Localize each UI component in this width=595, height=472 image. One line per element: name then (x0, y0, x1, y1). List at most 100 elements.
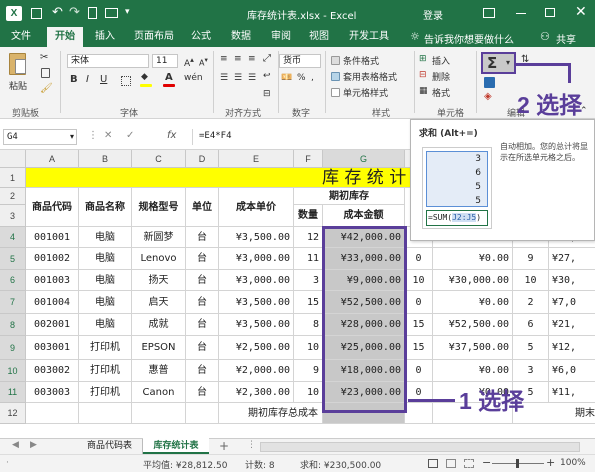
cell-b-row11[interactable]: 打印机 (79, 382, 132, 403)
tab-developer[interactable]: 开发工具 (343, 27, 395, 47)
cell-i-row10[interactable]: ¥0.00 (433, 360, 513, 382)
tab-home[interactable]: 开始 (47, 27, 83, 47)
cell-d-row5[interactable]: 台 (186, 248, 219, 270)
table-format-icon[interactable] (331, 72, 340, 81)
conditional-format-button[interactable]: 条件格式 (343, 54, 379, 67)
share-button[interactable]: 共享 (556, 31, 576, 46)
cell-a-row11[interactable]: 003003 (26, 382, 79, 403)
cell-k-row8[interactable]: ¥21, (549, 314, 595, 336)
cell-d-row6[interactable]: 台 (186, 270, 219, 291)
cell-f-row11[interactable]: 10 (294, 382, 323, 403)
format-painter-icon[interactable]: 🖌 (40, 83, 53, 94)
cell-a-row6[interactable]: 001003 (26, 270, 79, 291)
align-top-icon[interactable]: ≡ (220, 54, 228, 64)
cell-c-row4[interactable]: 新圆梦 (132, 227, 186, 248)
insert-cells-icon[interactable]: ⊞ (419, 54, 427, 64)
cell-e-row6[interactable]: ¥3,000.00 (219, 270, 294, 291)
row-header-6[interactable]: 6 (0, 270, 26, 291)
cell-f-row6[interactable]: 3 (294, 270, 323, 291)
row-header-9[interactable]: 9 (0, 336, 26, 360)
delete-cells-button[interactable]: 删除 (432, 70, 450, 83)
cell-f-row9[interactable]: 10 (294, 336, 323, 360)
column-header-a[interactable]: A (26, 150, 79, 168)
empty-cell-row12[interactable] (132, 403, 186, 424)
cell-e-row4[interactable]: ¥3,500.00 (219, 227, 294, 248)
header-e[interactable]: 成本单价 (219, 188, 294, 227)
tab-view[interactable]: 视图 (304, 27, 334, 47)
cell-b-row9[interactable]: 打印机 (79, 336, 132, 360)
row-header-7[interactable]: 7 (0, 291, 26, 314)
merge-center-icon[interactable]: ⊟ (263, 89, 271, 99)
cell-c-row9[interactable]: EPSON (132, 336, 186, 360)
cell-d-row10[interactable]: 台 (186, 360, 219, 382)
copy-icon[interactable] (41, 68, 50, 78)
cell-e-row5[interactable]: ¥3,000.00 (219, 248, 294, 270)
font-color-icon[interactable]: A (165, 72, 173, 83)
italic-icon[interactable]: I (86, 74, 89, 85)
zoom-out-icon[interactable]: − (482, 456, 491, 469)
cell-c-row11[interactable]: Canon (132, 382, 186, 403)
cell-a-row5[interactable]: 001002 (26, 248, 79, 270)
cell-c-row8[interactable]: 成就 (132, 314, 186, 336)
align-middle-icon[interactable]: ≡ (234, 54, 242, 64)
column-header-c[interactable]: C (132, 150, 186, 168)
cell-b-row7[interactable]: 电脑 (79, 291, 132, 314)
cell-h-row10[interactable]: 0 (405, 360, 433, 382)
phonetic-icon[interactable]: wén (184, 73, 203, 83)
header-b[interactable]: 商品名称 (79, 188, 132, 227)
bold-icon[interactable]: B (70, 74, 78, 85)
cell-style-button[interactable]: 单元格样式 (343, 86, 388, 99)
cell-h-row5[interactable]: 0 (405, 248, 433, 270)
align-bottom-icon[interactable]: ≡ (248, 54, 256, 64)
zoom-level[interactable]: 100% (560, 458, 586, 468)
cell-h-row8[interactable]: 15 (405, 314, 433, 336)
cell-j-row7[interactable]: 2 (513, 291, 549, 314)
cell-a-row4[interactable]: 001001 (26, 227, 79, 248)
horizontal-scrollbar[interactable] (260, 442, 580, 452)
cell-f-row5[interactable]: 11 (294, 248, 323, 270)
shrink-font-icon[interactable]: A▾ (199, 56, 208, 68)
cell-i-row6[interactable]: ¥30,000.00 (433, 270, 513, 291)
cell-e-row11[interactable]: ¥2,300.00 (219, 382, 294, 403)
cell-c-row7[interactable]: 启天 (132, 291, 186, 314)
grow-font-icon[interactable]: A▴ (184, 55, 194, 69)
name-box[interactable]: G4 (3, 129, 77, 145)
add-sheet-button[interactable]: + (219, 439, 229, 453)
save-icon[interactable] (31, 8, 42, 19)
cell-a-row9[interactable]: 003001 (26, 336, 79, 360)
conditional-format-icon[interactable] (331, 56, 340, 65)
empty-cell-row12[interactable] (405, 403, 433, 424)
cell-f-row10[interactable]: 9 (294, 360, 323, 382)
undo-icon[interactable]: ↶ (52, 5, 63, 20)
font-name-select[interactable]: 宋体 (67, 54, 149, 68)
cell-f-row7[interactable]: 15 (294, 291, 323, 314)
header-g[interactable]: 成本金额 (323, 205, 405, 227)
cell-h-row7[interactable]: 0 (405, 291, 433, 314)
tab-insert[interactable]: 插入 (88, 27, 122, 47)
normal-view-icon[interactable] (428, 459, 438, 468)
row-header-5[interactable]: 5 (0, 248, 26, 270)
cell-h-row6[interactable]: 10 (405, 270, 433, 291)
cell-h-row9[interactable]: 15 (405, 336, 433, 360)
login-link[interactable]: 登录 (423, 7, 443, 22)
clear-icon[interactable]: ◈ (484, 91, 492, 102)
tab-formulas[interactable]: 公式 (186, 27, 216, 47)
cell-e-row7[interactable]: ¥3,500.00 (219, 291, 294, 314)
sheet-tab-inventory[interactable]: 库存统计表 (143, 438, 209, 454)
row-header-12[interactable]: 12 (0, 403, 26, 424)
total-right-label[interactable]: 期末 (513, 403, 595, 424)
orientation-icon[interactable]: ⤢ (263, 53, 271, 64)
cell-i-row8[interactable]: ¥52,500.00 (433, 314, 513, 336)
comma-style-icon[interactable]: , (311, 73, 314, 83)
insert-cells-button[interactable]: 插入 (432, 54, 450, 67)
cell-style-icon[interactable] (331, 88, 340, 97)
number-format-select[interactable]: 货币 (279, 54, 321, 68)
open-file-icon[interactable] (105, 8, 118, 18)
cell-d-row11[interactable]: 台 (186, 382, 219, 403)
redo-icon[interactable]: ↷ (69, 5, 80, 20)
cell-i-row9[interactable]: ¥37,500.00 (433, 336, 513, 360)
new-file-icon[interactable] (88, 7, 97, 19)
row-header-1[interactable]: 1 (0, 168, 26, 188)
fill-icon[interactable] (484, 77, 495, 88)
underline-icon[interactable]: U (100, 74, 107, 85)
